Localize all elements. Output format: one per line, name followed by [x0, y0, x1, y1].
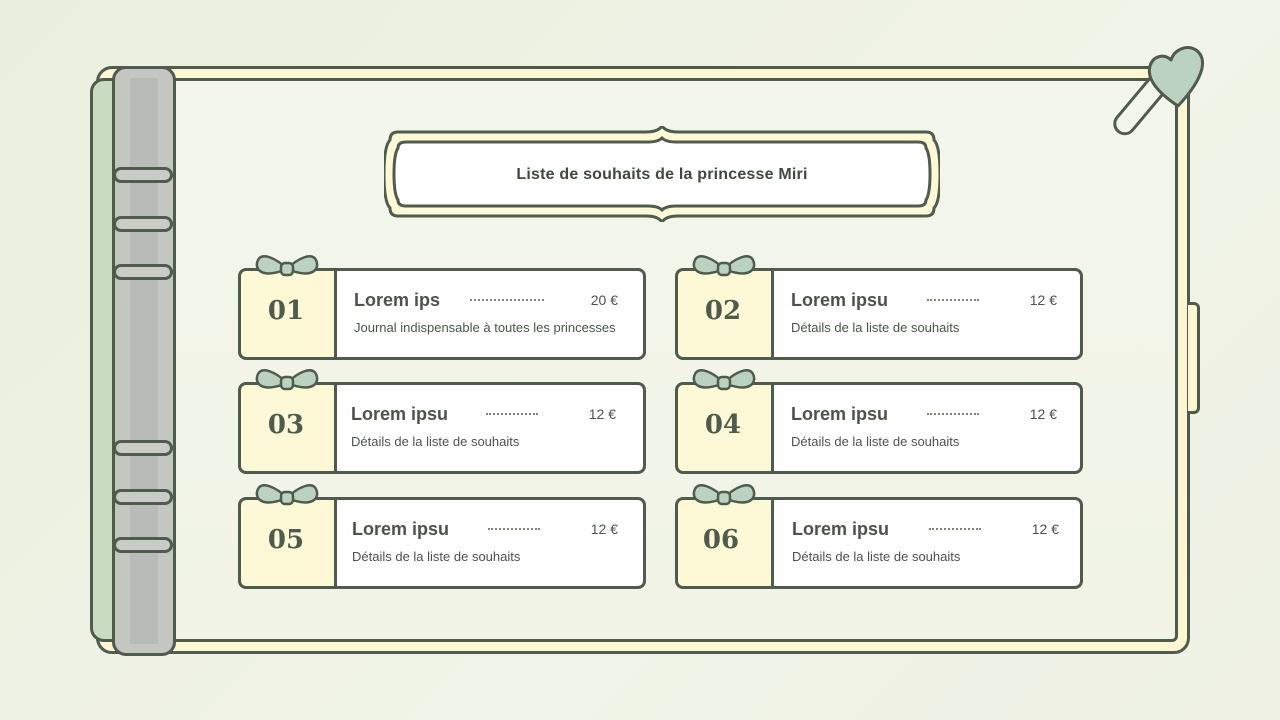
item-title: Lorem ipsu — [791, 404, 889, 424]
bow-icon — [255, 369, 319, 391]
wishlist-item-3[interactable]: 03 Lorem ipsu 12 € Détails de la liste d… — [238, 369, 646, 474]
item-title: Lorem ipsu — [791, 290, 889, 310]
item-dot-leader — [927, 299, 979, 301]
item-number: 06 — [702, 525, 740, 555]
item-number: 03 — [267, 410, 305, 440]
item-number: 04 — [704, 410, 742, 440]
item-description: Journal indispensable à toutes les princ… — [354, 320, 616, 335]
item-description: Détails de la liste de souhaits — [791, 434, 960, 449]
item-price: 12 € — [590, 521, 618, 537]
item-price: 12 € — [1029, 292, 1057, 308]
item-number: 02 — [704, 296, 742, 326]
item-body-box — [771, 497, 1083, 589]
binder-ring-icon — [113, 264, 173, 280]
bow-icon — [692, 484, 756, 506]
binder-ring-icon — [113, 489, 173, 505]
item-price: 20 € — [590, 292, 618, 308]
item-price: 12 € — [1029, 406, 1057, 422]
wishlist-item-6[interactable]: 06 Lorem ipsu 12 € Détails de la liste d… — [675, 484, 1083, 589]
item-dot-leader — [470, 299, 544, 301]
wishlist-item-4[interactable]: 04 Lorem ipsu 12 € Détails de la liste d… — [675, 369, 1083, 474]
binder-ring-icon — [113, 167, 173, 183]
item-body-box — [771, 382, 1083, 474]
item-title: Lorem ipsu — [792, 519, 890, 539]
bow-icon — [692, 255, 756, 277]
item-dot-leader — [927, 413, 979, 415]
binder-spine-inner — [130, 78, 158, 644]
item-body-box — [771, 268, 1083, 360]
item-price: 12 € — [1031, 521, 1059, 537]
item-body-box — [334, 382, 646, 474]
item-title: Lorem ipsu — [351, 404, 449, 424]
item-title: Lorem ips — [354, 290, 441, 310]
item-title: Lorem ipsu — [352, 519, 450, 539]
item-description: Détails de la liste de souhaits — [791, 320, 960, 335]
item-body-box — [334, 497, 646, 589]
item-dot-leader — [488, 528, 540, 530]
item-description: Détails de la liste de souhaits — [351, 434, 520, 449]
bow-icon — [692, 369, 756, 391]
wishlist-item-1[interactable]: 01 Lorem ips 20 € Journal indispensable … — [238, 255, 646, 360]
item-body-box — [334, 268, 646, 360]
item-description: Détails de la liste de souhaits — [792, 549, 961, 564]
wishlist-item-2[interactable]: 02 Lorem ipsu 12 € Détails de la liste d… — [675, 255, 1083, 360]
item-price: 12 € — [588, 406, 616, 422]
bow-icon — [255, 484, 319, 506]
binder-ring-icon — [113, 440, 173, 456]
item-number: 01 — [267, 296, 305, 326]
binder-ring-icon — [113, 216, 173, 232]
notebook-side-tab — [1188, 302, 1200, 414]
item-dot-leader — [486, 413, 538, 415]
item-number: 05 — [267, 525, 305, 555]
item-description: Détails de la liste de souhaits — [352, 549, 521, 564]
heart-clip-icon — [1113, 46, 1204, 136]
item-dot-leader — [929, 528, 981, 530]
binder-ring-icon — [113, 537, 173, 553]
bow-icon — [255, 255, 319, 277]
wishlist-item-5[interactable]: 05 Lorem ipsu 12 € Détails de la liste d… — [238, 484, 646, 589]
page-title: Liste de souhaits de la princesse Miri — [516, 166, 808, 183]
